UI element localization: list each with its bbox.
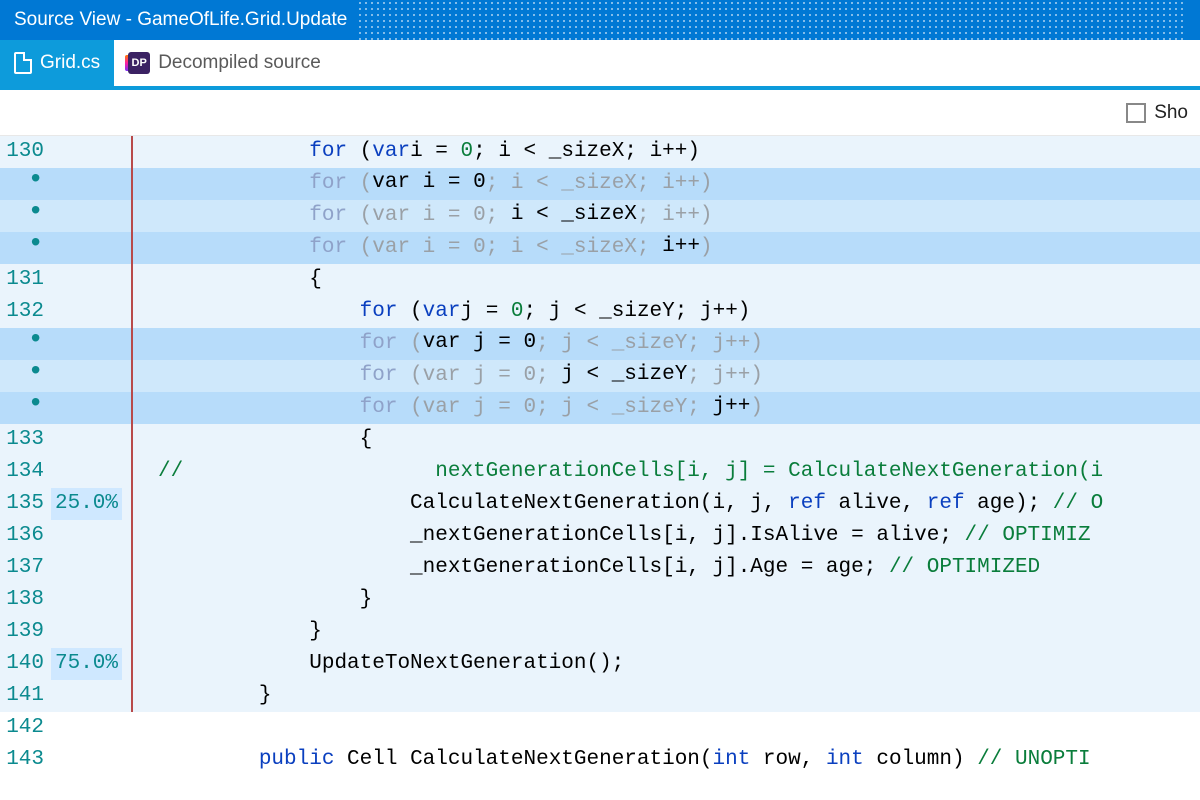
code-line-ghost[interactable]: for (var j = 0; j < _sizeY; j++) bbox=[156, 328, 1200, 360]
pct-gutter: 75.0% bbox=[48, 648, 128, 680]
code-line[interactable]: _nextGenerationCells[i, j].Age = age; //… bbox=[156, 552, 1200, 584]
tab-label: Decompiled source bbox=[158, 52, 321, 74]
code-line[interactable]: // nextGenerationCells[i, j] = Calculate… bbox=[156, 456, 1200, 488]
pct-gutter: 25.0% bbox=[48, 488, 128, 520]
code-line[interactable]: { bbox=[156, 424, 1200, 456]
show-checkbox-label: Sho bbox=[1154, 102, 1188, 124]
line-number: 130 bbox=[0, 136, 48, 168]
code-line[interactable]: } bbox=[156, 616, 1200, 648]
tab-grid-cs[interactable]: Grid.cs bbox=[0, 40, 114, 86]
window-titlebar: Source View - GameOfLife.Grid.Update bbox=[0, 0, 1200, 40]
pct-gutter bbox=[48, 136, 128, 168]
code-line-ghost[interactable]: for (var i = 0; i < _sizeX; i++) bbox=[156, 200, 1200, 232]
code-line[interactable]: public Cell CalculateNextGeneration(int … bbox=[156, 744, 1200, 776]
titlebar-grip[interactable] bbox=[357, 0, 1186, 40]
code-line[interactable]: _nextGenerationCells[i, j].IsAlive = ali… bbox=[156, 520, 1200, 552]
tab-label: Grid.cs bbox=[40, 52, 100, 74]
line-number: • bbox=[0, 168, 48, 200]
file-icon bbox=[14, 52, 32, 74]
code-line[interactable]: } bbox=[156, 584, 1200, 616]
code-line[interactable]: for (var j = 0; j < _sizeY; j++) bbox=[156, 296, 1200, 328]
code-line-ghost[interactable]: for (var i = 0; i < _sizeX; i++) bbox=[156, 168, 1200, 200]
dotpeek-icon: DP bbox=[128, 52, 150, 74]
code-line[interactable]: } bbox=[156, 680, 1200, 712]
code-line[interactable]: { bbox=[156, 264, 1200, 296]
code-line-ghost[interactable]: for (var j = 0; j < _sizeY; j++) bbox=[156, 360, 1200, 392]
tab-decompiled[interactable]: DP Decompiled source bbox=[114, 40, 335, 86]
margin bbox=[128, 136, 156, 168]
code-line-ghost[interactable]: for (var j = 0; j < _sizeY; j++) bbox=[156, 392, 1200, 424]
code-line[interactable]: CalculateNextGeneration(i, j, ref alive,… bbox=[156, 488, 1200, 520]
code-line[interactable] bbox=[156, 712, 1200, 744]
toolbar: Sho bbox=[0, 90, 1200, 136]
code-editor[interactable]: 130 for (var i = 0; i < _sizeX; i++) • f… bbox=[0, 136, 1200, 776]
code-line-ghost[interactable]: for (var i = 0; i < _sizeX; i++) bbox=[156, 232, 1200, 264]
show-checkbox[interactable] bbox=[1126, 103, 1146, 123]
tab-bar: Grid.cs DP Decompiled source bbox=[0, 40, 1200, 90]
window-title: Source View - GameOfLife.Grid.Update bbox=[14, 9, 347, 31]
code-line[interactable]: UpdateToNextGeneration(); bbox=[156, 648, 1200, 680]
code-line[interactable]: for (var i = 0; i < _sizeX; i++) bbox=[156, 136, 1200, 168]
